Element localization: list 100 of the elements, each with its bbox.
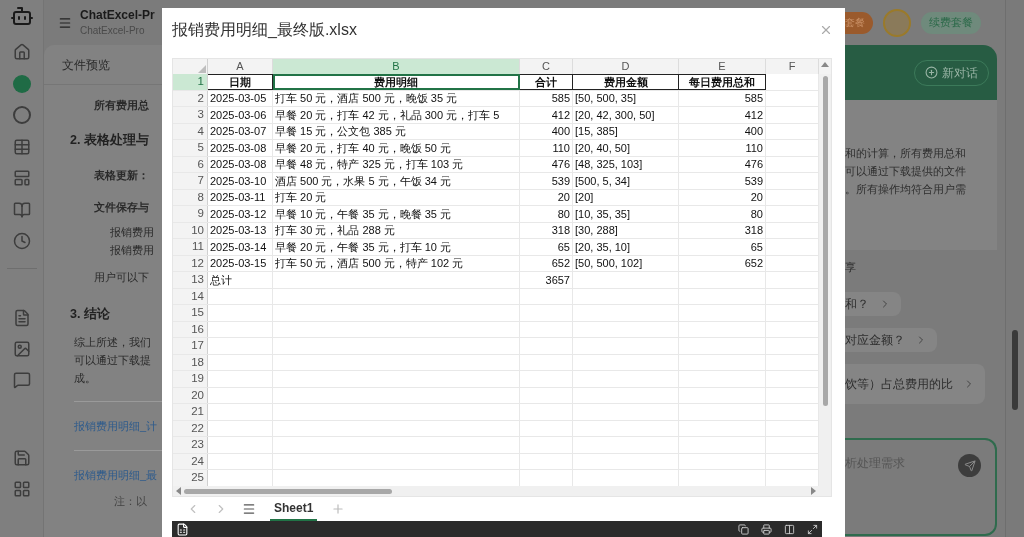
table-cell-text: 80	[557, 206, 570, 222]
scroll-up-icon[interactable]	[821, 62, 829, 67]
horizontal-scrollbar[interactable]	[184, 488, 392, 494]
row-number[interactable]: 25	[173, 470, 208, 486]
app-title: ChatExcel-Pr	[80, 7, 155, 23]
table-cell-text: 总计	[210, 272, 232, 288]
close-icon[interactable]	[819, 23, 833, 37]
table-cell-text: [30, 288]	[575, 223, 618, 238]
table-icon[interactable]	[12, 137, 31, 156]
document-icon[interactable]	[12, 309, 31, 327]
table-cell-text: [10, 35, 35]	[575, 206, 631, 222]
table-cell-text: 2025-03-11	[210, 190, 266, 205]
row-number[interactable]: 23	[173, 437, 208, 453]
file-name: 报销费用	[109, 224, 155, 240]
row-number[interactable]: 3	[173, 107, 208, 123]
table-cell-text: 打车 50 元，酒店 500 元，晚饭 35 元	[275, 91, 458, 106]
column-header[interactable]: D	[573, 59, 679, 74]
table-cell-text: 酒店 500 元，水果 5 元，午饭 34 元	[275, 173, 452, 189]
answer-text: 享	[845, 260, 857, 275]
row-number[interactable]: 1	[173, 74, 208, 90]
save-icon[interactable]	[12, 449, 31, 467]
table-cell-text: 打车 30 元，礼品 288 元	[275, 223, 395, 238]
maximize-icon[interactable]	[807, 523, 818, 535]
image-icon[interactable]	[12, 340, 31, 358]
table-cell-text: 2025-03-12	[210, 206, 267, 222]
grid-icon[interactable]	[12, 480, 31, 498]
table-cell-text: 400	[744, 124, 763, 139]
table-cell-text: 早餐 20 元，打车 42 元，礼品 300 元，打车 5	[275, 107, 500, 123]
row-number[interactable]: 17	[173, 338, 208, 354]
row-number[interactable]: 5	[173, 140, 208, 156]
header-cell-text: 费用明细	[374, 74, 418, 90]
row-number[interactable]: 15	[173, 305, 208, 321]
sheet-list-icon[interactable]	[242, 502, 256, 516]
send-button[interactable]	[958, 454, 981, 477]
body-text: 用户可以下	[93, 269, 150, 285]
row-number[interactable]: 21	[173, 404, 208, 420]
table-cell-text: 20	[750, 190, 763, 205]
table-cell-text: 539	[744, 173, 763, 189]
table-cell-text: [500, 5, 34]	[575, 173, 631, 189]
table-cell-text: [20]	[575, 190, 594, 205]
table-cell-text: 2025-03-05	[210, 91, 267, 106]
table-cell-text: 585	[744, 91, 763, 106]
row-number[interactable]: 11	[173, 239, 208, 255]
column-header[interactable]: C	[520, 59, 573, 74]
table-cell-text: [50, 500, 102]	[575, 256, 643, 271]
table-cell-text: 400	[551, 124, 570, 139]
copy-icon[interactable]	[738, 523, 749, 535]
dialog-title: 报销费用明细_最终版.xlsx	[172, 20, 357, 40]
layout-icon[interactable]	[12, 169, 31, 187]
table-cell-text: 476	[551, 157, 570, 172]
column-header[interactable]: F	[766, 59, 819, 74]
book-icon[interactable]	[12, 200, 31, 219]
row-number[interactable]: 7	[173, 173, 208, 189]
table-cell-text: [20, 35, 10]	[575, 239, 631, 255]
suggestion-chip[interactable]: 和？	[845, 292, 901, 316]
table-cell-text: [50, 500, 35]	[575, 91, 637, 106]
file-name: 报销费用	[109, 242, 155, 258]
plus-icon	[925, 66, 938, 79]
table-cell-text: 2025-03-08	[210, 140, 267, 156]
bold-text: 所有费用总	[93, 97, 150, 113]
suggestion-chip[interactable]: 对应金额？	[845, 328, 937, 352]
printer-icon[interactable]	[761, 523, 772, 535]
table-cell-text: 3657	[545, 272, 570, 288]
table-cell-text: 110	[552, 140, 570, 156]
column-header[interactable]: B	[273, 59, 520, 74]
table-cell-text: [20, 42, 300, 50]	[575, 107, 655, 123]
table-cell-text: 65	[750, 239, 763, 255]
bold-text: 表格更新：	[93, 167, 150, 183]
table-cell-text: 早餐 20 元，打车 40 元，晚饭 50 元	[275, 140, 452, 156]
column-header[interactable]: E	[679, 59, 766, 74]
menu-icon[interactable]	[58, 15, 72, 30]
home-icon[interactable]	[12, 43, 31, 61]
vertical-scrollbar[interactable]	[822, 76, 828, 406]
table-cell-text: 打车 50 元，酒店 500 元，特产 102 元	[275, 256, 464, 271]
answer-line: 可以通过下载提供的文件	[845, 164, 967, 179]
table-cell-text: 65	[557, 239, 570, 255]
table-cell-text: 585	[551, 91, 570, 106]
table-cell-text: 476	[744, 157, 763, 172]
clock-icon[interactable]	[12, 232, 31, 250]
header-cell-text: 费用金额	[603, 74, 648, 90]
table-cell-text: 318	[551, 223, 570, 238]
columns-icon[interactable]	[784, 523, 795, 535]
spreadsheet-icon	[176, 522, 189, 536]
answer-line: 。所有操作均符合用户需	[845, 182, 967, 197]
table-cell-text: 412	[551, 107, 570, 123]
table-cell-text: 652	[744, 256, 763, 271]
robot-logo-icon	[9, 4, 34, 28]
table-cell-text: 2025-03-10	[210, 173, 267, 189]
table-cell-text: 2025-03-15	[210, 256, 267, 271]
scroll-right-icon[interactable]	[811, 487, 816, 495]
paragraph-line: 成。	[73, 370, 97, 386]
row-number[interactable]: 19	[173, 371, 208, 387]
chat-icon[interactable]	[12, 371, 31, 389]
row-number[interactable]: 13	[173, 272, 208, 288]
table-cell-text: 652	[551, 256, 570, 271]
table-cell-text: 早餐 48 元，特产 325 元，打车 103 元	[275, 157, 464, 172]
row-number[interactable]: 9	[173, 206, 208, 222]
header-cell-text: 日期	[229, 74, 251, 90]
suggestion-chip[interactable]: 饮等）占总费用的比	[845, 364, 985, 404]
panel-tab[interactable]: 文件预览	[62, 55, 110, 74]
